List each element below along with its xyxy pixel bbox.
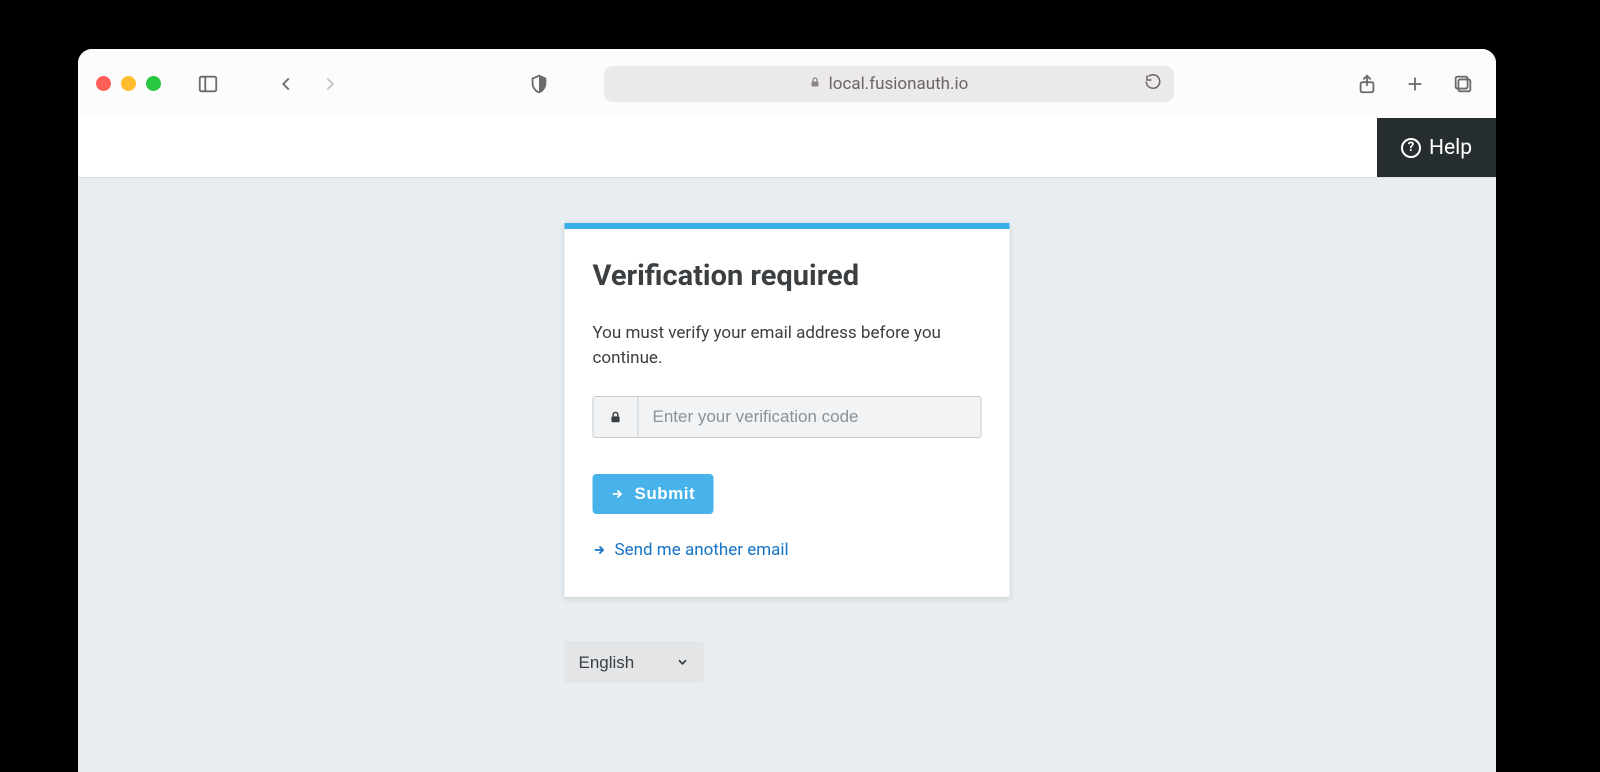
panel-message: You must verify your email address befor… <box>593 321 982 370</box>
toolbar-right-icons <box>1352 69 1478 99</box>
sidebar-toggle-icon[interactable] <box>193 69 223 99</box>
page-content: ? Help Verification required You must ve… <box>78 118 1496 772</box>
language-select[interactable]: English <box>565 641 704 683</box>
reload-icon[interactable] <box>1144 72 1162 95</box>
lock-icon <box>593 396 638 438</box>
lock-icon <box>809 75 821 93</box>
url-text: local.fusionauth.io <box>829 74 969 94</box>
address-bar[interactable]: local.fusionauth.io <box>604 66 1174 102</box>
browser-toolbar: local.fusionauth.io <box>78 49 1496 118</box>
verification-code-input[interactable] <box>638 396 982 438</box>
help-icon: ? <box>1401 138 1421 158</box>
help-button[interactable]: ? Help <box>1377 118 1496 177</box>
panel-title: Verification required <box>593 259 982 293</box>
arrow-right-icon <box>611 487 625 501</box>
resend-email-link[interactable]: Send me another email <box>593 540 789 560</box>
browser-window: local.fusionauth.io ? Help <box>78 49 1496 772</box>
submit-label: Submit <box>635 484 696 504</box>
help-label: Help <box>1429 136 1472 160</box>
tabs-overview-icon[interactable] <box>1448 69 1478 99</box>
privacy-shield-icon[interactable] <box>524 69 554 99</box>
verification-panel-wrap: Verification required You must verify yo… <box>565 223 1010 683</box>
minimize-window-button[interactable] <box>121 76 136 91</box>
code-input-group <box>593 396 982 438</box>
window-controls <box>96 76 161 91</box>
close-window-button[interactable] <box>96 76 111 91</box>
share-icon[interactable] <box>1352 69 1382 99</box>
submit-button[interactable]: Submit <box>593 474 714 514</box>
new-tab-icon[interactable] <box>1400 69 1430 99</box>
arrow-right-icon <box>593 543 607 557</box>
app-header: ? Help <box>78 118 1496 178</box>
verification-panel: Verification required You must verify yo… <box>565 223 1010 597</box>
back-button[interactable] <box>271 69 301 99</box>
maximize-window-button[interactable] <box>146 76 161 91</box>
forward-button[interactable] <box>315 69 345 99</box>
resend-link-label: Send me another email <box>615 540 789 560</box>
